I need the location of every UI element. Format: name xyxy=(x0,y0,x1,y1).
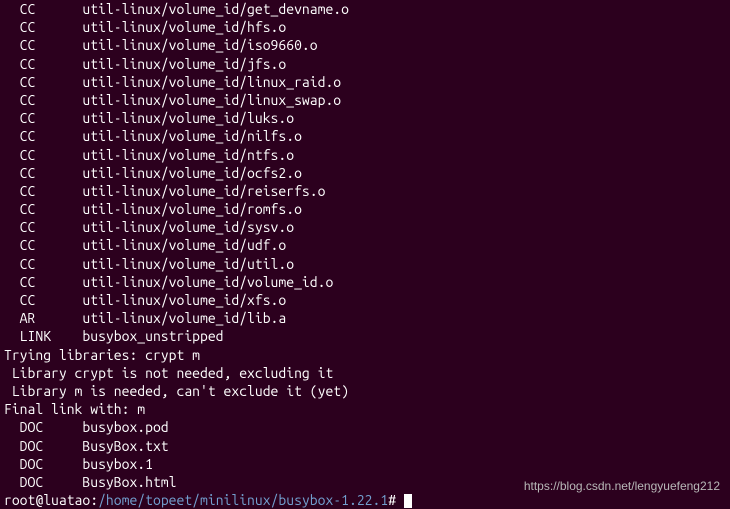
compile-line: CC util-linux/volume_id/romfs.o xyxy=(4,200,726,218)
compile-line: CC util-linux/volume_id/xfs.o xyxy=(4,291,726,309)
compile-line: CC util-linux/volume_id/linux_raid.o xyxy=(4,73,726,91)
doc-line: DOC BusyBox.txt xyxy=(4,437,726,455)
compile-line: CC util-linux/volume_id/ocfs2.o xyxy=(4,164,726,182)
cursor xyxy=(404,494,412,508)
message-line: Trying libraries: crypt m xyxy=(4,346,726,364)
compile-line: CC util-linux/volume_id/iso9660.o xyxy=(4,36,726,54)
prompt-path: /home/topeet/minilinux/busybox-1.22.1 xyxy=(98,492,388,508)
compile-line: CC util-linux/volume_id/jfs.o xyxy=(4,55,726,73)
compile-line: CC util-linux/volume_id/get_devname.o xyxy=(4,0,726,18)
compile-line: CC util-linux/volume_id/ntfs.o xyxy=(4,146,726,164)
message-line: Library crypt is not needed, excluding i… xyxy=(4,364,726,382)
compile-line: CC util-linux/volume_id/luks.o xyxy=(4,109,726,127)
compile-line: CC util-linux/volume_id/nilfs.o xyxy=(4,127,726,145)
message-line: Library m is needed, can't exclude it (y… xyxy=(4,382,726,400)
compile-line: CC util-linux/volume_id/sysv.o xyxy=(4,218,726,236)
compile-line: LINK busybox_unstripped xyxy=(4,327,726,345)
compile-line: CC util-linux/volume_id/hfs.o xyxy=(4,18,726,36)
prompt-separator: : xyxy=(90,492,98,508)
compile-line: AR util-linux/volume_id/lib.a xyxy=(4,309,726,327)
message-line: Final link with: m xyxy=(4,400,726,418)
terminal-output[interactable]: CC util-linux/volume_id/get_devname.o CC… xyxy=(0,0,730,509)
doc-line: DOC busybox.1 xyxy=(4,455,726,473)
prompt-symbol: # xyxy=(388,492,404,508)
watermark-text: https://blog.csdn.net/lengyuefeng212 xyxy=(524,479,720,495)
doc-line: DOC busybox.pod xyxy=(4,418,726,436)
compile-line: CC util-linux/volume_id/util.o xyxy=(4,255,726,273)
compile-line: CC util-linux/volume_id/volume_id.o xyxy=(4,273,726,291)
compile-line: CC util-linux/volume_id/udf.o xyxy=(4,236,726,254)
compile-line: CC util-linux/volume_id/reiserfs.o xyxy=(4,182,726,200)
compile-line: CC util-linux/volume_id/linux_swap.o xyxy=(4,91,726,109)
prompt-user-host: root@luatao xyxy=(4,492,90,508)
